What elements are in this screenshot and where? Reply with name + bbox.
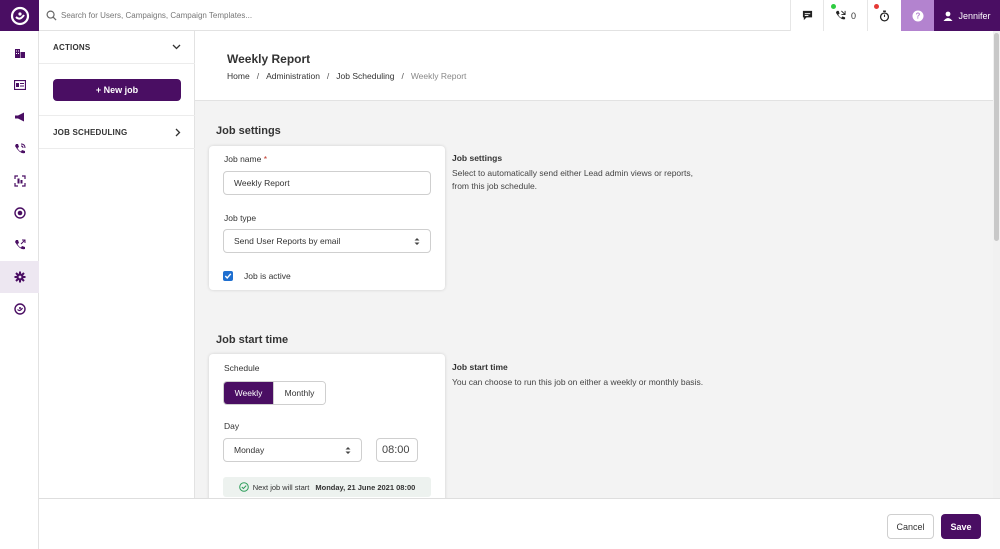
job-start-time-help-text: You can choose to run this job on either… [452, 377, 704, 387]
target-icon [13, 207, 26, 219]
actions-header[interactable]: ACTIONS [39, 31, 195, 64]
job-type-value: Send User Reports by email [234, 236, 341, 246]
job-start-time-title: Job start time [216, 334, 289, 346]
checkmark-icon [224, 273, 232, 280]
job-settings-help-text: Select to automatically send either Lead… [452, 168, 693, 191]
check-circle-icon [238, 482, 249, 492]
rail-item-brand[interactable] [0, 293, 39, 325]
next-job-value: Monday, 21 June 2021 08:00 [315, 482, 416, 492]
new-job-button[interactable]: + New job [53, 79, 181, 101]
search-icon [46, 10, 57, 21]
job-scheduling-label: JOB SCHEDULING [53, 127, 128, 137]
rail-item-calls[interactable] [0, 133, 39, 165]
job-scheduling-item[interactable]: JOB SCHEDULING [39, 115, 195, 149]
schedule-monthly-button[interactable]: Monthly [273, 382, 325, 404]
breadcrumb-job-scheduling[interactable]: Job Scheduling [336, 71, 394, 81]
job-settings-title: Job settings [216, 125, 281, 137]
brand-icon [13, 303, 26, 315]
day-value: Monday [234, 445, 265, 455]
megaphone-icon [14, 112, 24, 122]
gear-icon [14, 271, 25, 283]
job-name-label-text: Job name [224, 154, 262, 164]
day-label: Day [224, 421, 240, 431]
next-job-label: Next job will start [252, 482, 310, 492]
chat-icon [802, 10, 812, 21]
top-bar: 0 ? Jennifer [0, 0, 1000, 31]
job-start-time-card: Schedule Weekly Monthly Day Monday 08:00… [209, 354, 445, 504]
svg-text:?: ? [915, 11, 920, 20]
day-select[interactable]: Monday [223, 438, 362, 462]
breadcrumb-current: Weekly Report [410, 71, 467, 81]
building-icon [14, 49, 25, 58]
job-name-label: Job name * [224, 154, 267, 164]
job-start-time-help-title: Job start time [452, 362, 508, 372]
breadcrumb-administration[interactable]: Administration [266, 71, 320, 81]
breadcrumb-home[interactable]: Home [227, 71, 250, 81]
stopwatch-icon [879, 10, 890, 22]
breadcrumb: Home / Administration / Job Scheduling /… [227, 71, 466, 81]
phone-transfer-icon [14, 239, 25, 250]
grid-scan-icon [13, 175, 26, 187]
schedule-label: Schedule [224, 363, 260, 373]
timer-button[interactable] [867, 0, 901, 31]
user-menu-button[interactable]: Jennifer [934, 0, 1000, 31]
search-input[interactable] [61, 7, 461, 24]
icon-rail [0, 31, 39, 549]
rail-item-transfers[interactable] [0, 229, 39, 261]
phone-call-icon [14, 143, 25, 154]
user-icon [943, 11, 953, 21]
select-arrows-icon [345, 446, 351, 454]
job-name-input[interactable]: Weekly Report [223, 171, 431, 195]
phone-icon [835, 10, 846, 20]
breadcrumb-separator: / [401, 71, 404, 81]
job-active-label: Job is active [244, 271, 291, 281]
breadcrumb-separator: / [326, 71, 330, 81]
chat-button[interactable] [790, 0, 823, 31]
rail-item-contacts[interactable] [0, 69, 39, 101]
footer-bar: Cancel Save [39, 498, 1000, 549]
id-card-icon [13, 80, 26, 90]
schedule-toggle: Weekly Monthly [223, 381, 326, 405]
actions-title: ACTIONS [53, 42, 91, 52]
calls-button[interactable]: 0 [823, 0, 867, 31]
logo-icon[interactable] [0, 0, 39, 31]
job-type-label: Job type [224, 213, 257, 223]
call-count: 0 [850, 10, 856, 21]
job-type-select[interactable]: Send User Reports by email [223, 229, 431, 253]
next-job-banner: Next job will start Monday, 21 June 2021… [223, 477, 431, 497]
save-button[interactable]: Save [941, 514, 981, 539]
rail-item-settings[interactable] [0, 261, 39, 293]
job-active-checkbox[interactable] [223, 271, 233, 281]
breadcrumb-separator: / [256, 71, 260, 81]
user-name: Jennifer [958, 10, 991, 21]
page-title: Weekly Report [227, 52, 311, 66]
scroll-thumb[interactable] [994, 33, 999, 241]
rail-item-campaigns[interactable] [0, 101, 39, 133]
job-settings-card: Job name * Weekly Report Job type Send U… [209, 146, 445, 290]
page-header: Weekly Report Home / Administration / Jo… [195, 31, 993, 101]
rail-item-buildings[interactable] [0, 37, 39, 69]
status-dot [831, 4, 836, 9]
job-settings-help-title: Job settings [452, 153, 503, 163]
time-input[interactable]: 08:00 [376, 438, 418, 462]
chevron-down-icon [172, 44, 181, 50]
cancel-button[interactable]: Cancel [887, 514, 934, 539]
chevron-right-icon [175, 128, 181, 136]
schedule-weekly-button[interactable]: Weekly [224, 382, 273, 404]
status-dot [874, 4, 879, 9]
page-scrollbar[interactable] [993, 31, 1000, 498]
required-mark: * [263, 154, 268, 164]
help-icon: ? [912, 10, 923, 21]
actions-panel: ACTIONS + New job JOB SCHEDULING [39, 31, 195, 549]
rail-item-target[interactable] [0, 197, 39, 229]
help-button[interactable]: ? [901, 0, 934, 31]
rail-item-scan[interactable] [0, 165, 39, 197]
select-arrows-icon [414, 237, 420, 245]
